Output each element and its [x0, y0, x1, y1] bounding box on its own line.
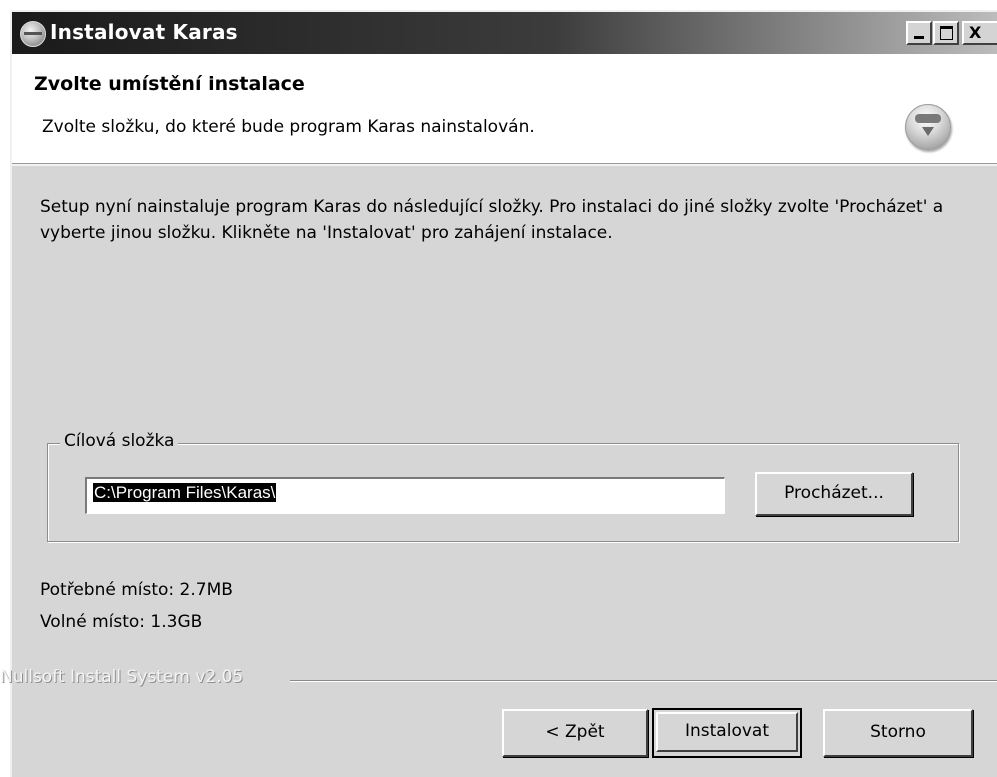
back-button[interactable]: < Zpět	[502, 709, 648, 757]
download-arrow-icon	[922, 127, 934, 136]
destination-folder-label: Cílová složka	[60, 431, 179, 451]
branding-divider	[290, 680, 997, 681]
instructions-text: Setup nyní nainstaluje program Karas do …	[40, 197, 944, 243]
title-bar[interactable]: Instalovat Karas X	[12, 12, 997, 54]
minimize-icon	[914, 36, 924, 39]
page-subtitle: Zvolte složku, do které bude program Kar…	[42, 117, 535, 137]
installer-icon	[20, 21, 46, 47]
maximize-button[interactable]	[933, 21, 959, 45]
page-header: Zvolte umístění instalace Zvolte složku,…	[12, 54, 997, 166]
install-button[interactable]: Instalovat	[652, 708, 802, 758]
destination-path-value: C:\Program Files\Karas\	[93, 483, 277, 502]
browse-button[interactable]: Procházet...	[755, 472, 913, 516]
maximize-icon	[939, 26, 953, 40]
destination-path-input[interactable]: C:\Program Files\Karas\	[85, 477, 725, 514]
page-title: Zvolte umístění instalace	[34, 73, 305, 95]
close-button[interactable]: X	[962, 21, 997, 45]
cancel-button[interactable]: Storno	[823, 709, 973, 757]
required-space-text: Potřebné místo: 2.7MB	[40, 580, 233, 600]
nsis-branding-text: Nullsoft Install System v2.05	[0, 667, 244, 687]
install-button-label: Instalovat	[656, 712, 798, 752]
window-title: Instalovat Karas	[50, 20, 238, 44]
minimize-button[interactable]	[906, 21, 932, 45]
nsis-logo-icon	[905, 104, 951, 150]
close-icon: X	[969, 23, 982, 42]
free-space-text: Volné místo: 1.3GB	[40, 612, 203, 632]
installer-window: Instalovat Karas X Zvolte umístění insta…	[10, 10, 997, 777]
